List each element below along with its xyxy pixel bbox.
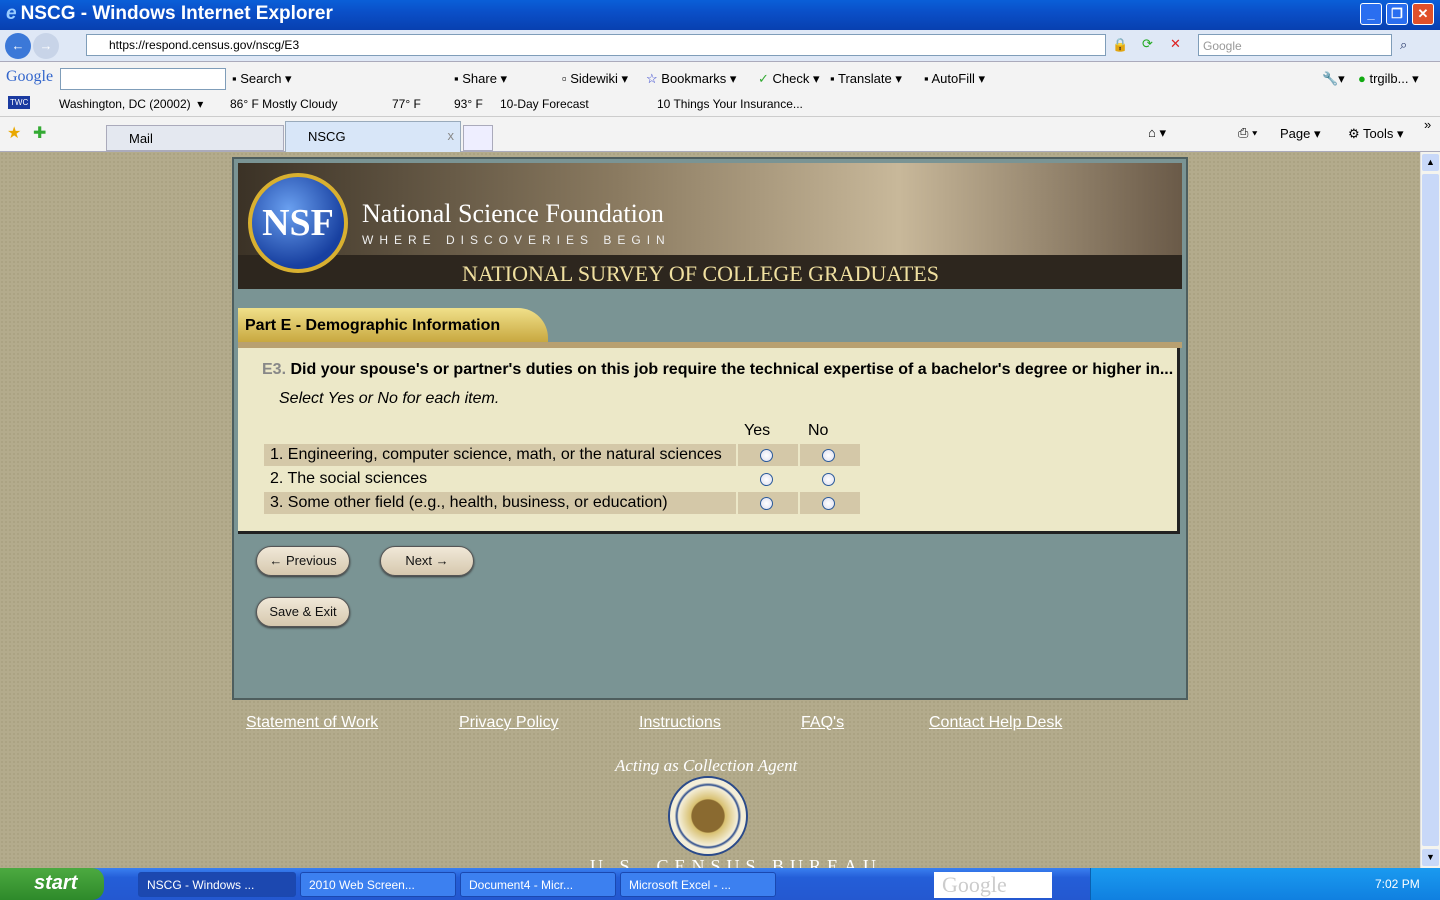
clock[interactable]: 7:02 PM: [1375, 877, 1420, 891]
favorites-star-icon[interactable]: ★: [7, 123, 21, 143]
minimize-button[interactable]: _: [1360, 3, 1382, 25]
banner-title: National Science Foundation: [362, 199, 664, 228]
statement-of-work-link[interactable]: Statement of Work: [246, 714, 378, 732]
sidewiki-button[interactable]: ▫ Sidewiki ▾: [562, 71, 628, 87]
next-button[interactable]: Next →: [380, 546, 474, 576]
search-input[interactable]: Google: [1198, 34, 1392, 56]
no-radio[interactable]: [822, 449, 835, 462]
scroll-thumb[interactable]: [1422, 174, 1439, 846]
ie-icon: e: [6, 3, 17, 24]
collection-agent-text: Acting as Collection Agent: [615, 756, 798, 775]
item-row: 2. The social sciences: [264, 468, 856, 490]
task-web-screen[interactable]: 2010 Web Screen...: [300, 872, 456, 897]
window-title: NSCG - Windows Internet Explorer: [20, 3, 333, 24]
page-content: NSF National Science Foundation WHERE DI…: [0, 152, 1420, 868]
survey-panel: NSF National Science Foundation WHERE DI…: [232, 157, 1188, 700]
google-logo: Google: [6, 68, 54, 85]
section-tab: Part E - Demographic Information: [238, 308, 548, 342]
item-label: 2. The social sciences: [270, 470, 428, 487]
yes-radio[interactable]: [760, 497, 773, 510]
column-yes: Yes: [744, 422, 771, 439]
contact-help-desk-link[interactable]: Contact Help Desk: [929, 714, 1062, 732]
commerce-seal-icon: [668, 776, 748, 856]
maximize-button[interactable]: ❐: [1386, 3, 1408, 25]
google-search-button[interactable]: ▪ Search ▾: [232, 71, 292, 87]
location-select[interactable]: Washington, DC (20002) ▾: [59, 97, 203, 111]
address-bar: ← → https://respond.census.gov/nscg/E3 🔒…: [0, 30, 1440, 62]
google-search-input[interactable]: [60, 68, 226, 90]
more-chevron[interactable]: »: [1424, 117, 1431, 132]
lock-icon[interactable]: 🔒: [1112, 37, 1128, 53]
print-icon[interactable]: ⎙ ▾: [1238, 125, 1257, 141]
item-label: 3. Some other field (e.g., health, busin…: [264, 492, 736, 514]
survey-title: NATIONAL SURVEY OF COLLEGE GRADUATES: [462, 261, 939, 286]
autofill-button[interactable]: ▪ AutoFill ▾: [924, 71, 985, 87]
vertical-scrollbar[interactable]: ▲ ▼: [1420, 152, 1440, 868]
instruction: Select Yes or No for each item.: [279, 390, 500, 407]
url-input[interactable]: https://respond.census.gov/nscg/E3: [86, 34, 1106, 56]
back-button[interactable]: ←: [5, 33, 31, 59]
task-nscg[interactable]: NSCG - Windows ...: [138, 872, 296, 897]
search-icon[interactable]: ⌕: [1400, 37, 1407, 53]
privacy-policy-link[interactable]: Privacy Policy: [459, 714, 559, 732]
arrow-right-icon: →: [435, 553, 449, 568]
tab-close-button[interactable]: x: [448, 128, 455, 143]
save-exit-button[interactable]: Save & Exit: [256, 597, 350, 627]
current-weather[interactable]: 86° F Mostly Cloudy: [230, 97, 338, 111]
item-label: 1. Engineering, computer science, math, …: [264, 444, 736, 466]
item-row: 1. Engineering, computer science, math, …: [264, 444, 860, 466]
home-icon[interactable]: ⌂ ▾: [1148, 125, 1166, 141]
google-toolbar: Google ▪ Search ▾ ▪ Share ▾ ▫ Sidewiki ▾…: [0, 62, 1440, 92]
low-temp[interactable]: 77° F: [392, 97, 421, 111]
share-button[interactable]: ▪ Share ▾: [454, 71, 507, 87]
scroll-down-button[interactable]: ▼: [1422, 849, 1439, 866]
new-tab-button[interactable]: [463, 125, 493, 151]
scroll-up-button[interactable]: ▲: [1422, 154, 1439, 171]
column-no: No: [808, 422, 829, 439]
title-bar: e NSCG - Windows Internet Explorer _ ❐ ✕: [0, 0, 1440, 30]
taskbar: start NSCG - Windows ... 2010 Web Screen…: [0, 868, 1440, 900]
no-radio[interactable]: [822, 473, 835, 486]
item-row: 3. Some other field (e.g., health, busin…: [264, 492, 860, 514]
yes-radio[interactable]: [760, 449, 773, 462]
wrench-icon[interactable]: 🔧▾: [1322, 71, 1345, 87]
no-radio[interactable]: [822, 497, 835, 510]
translate-button[interactable]: ▪ Translate ▾: [830, 71, 902, 87]
bookmarks-button[interactable]: ☆ Bookmarks ▾: [646, 71, 736, 87]
question-box: E3. Did your spouse's or partner's dutie…: [238, 348, 1180, 534]
check-button[interactable]: ✓ Check ▾: [758, 71, 820, 87]
previous-button[interactable]: ← Previous: [256, 546, 350, 576]
arrow-left-icon: ←: [269, 553, 283, 568]
forward-button[interactable]: →: [33, 33, 59, 59]
task-document4[interactable]: Document4 - Micr...: [460, 872, 616, 897]
nsf-logo: NSF: [248, 173, 348, 273]
census-bureau-text: U.S. CENSUS BUREAU: [590, 856, 883, 868]
forecast-link[interactable]: 10-Day Forecast: [500, 97, 589, 111]
tab-nscg[interactable]: NSCG x: [285, 121, 461, 153]
banner: NSF National Science Foundation WHERE DI…: [238, 163, 1182, 289]
tools-menu[interactable]: ⚙ Tools ▾: [1348, 126, 1404, 142]
faqs-link[interactable]: FAQ's: [801, 714, 844, 732]
question-text: E3. Did your spouse's or partner's dutie…: [262, 361, 1174, 378]
tab-mail[interactable]: Mail: [106, 125, 284, 151]
close-button[interactable]: ✕: [1412, 3, 1434, 25]
page-menu[interactable]: Page ▾: [1280, 126, 1321, 142]
tab-bar: ★ ✚ Mail NSCG x ⌂ ▾ ⎙ ▾ Page ▾ ⚙ Tools ▾ …: [0, 116, 1440, 153]
task-excel[interactable]: Microsoft Excel - ...: [620, 872, 776, 897]
twc-toolbar: TWC Washington, DC (20002) ▾ 86° F Mostl…: [0, 92, 1440, 116]
refresh-icon[interactable]: ⟳: [1142, 36, 1153, 52]
start-button[interactable]: start: [0, 868, 104, 900]
yes-radio[interactable]: [760, 473, 773, 486]
twc-logo: TWC: [8, 96, 31, 109]
high-temp[interactable]: 93° F: [454, 97, 483, 111]
stop-icon[interactable]: ✕: [1170, 36, 1181, 52]
news-link[interactable]: 10 Things Your Insurance...: [657, 97, 803, 111]
add-favorite-icon[interactable]: ✚: [33, 123, 46, 143]
google-desktop-search[interactable]: Google: [934, 872, 1052, 898]
banner-tagline: WHERE DISCOVERIES BEGIN: [362, 233, 671, 247]
system-tray: 7:02 PM: [1090, 868, 1440, 900]
user-account-button[interactable]: ● trgilb... ▾: [1358, 71, 1419, 87]
instructions-link[interactable]: Instructions: [639, 714, 721, 732]
